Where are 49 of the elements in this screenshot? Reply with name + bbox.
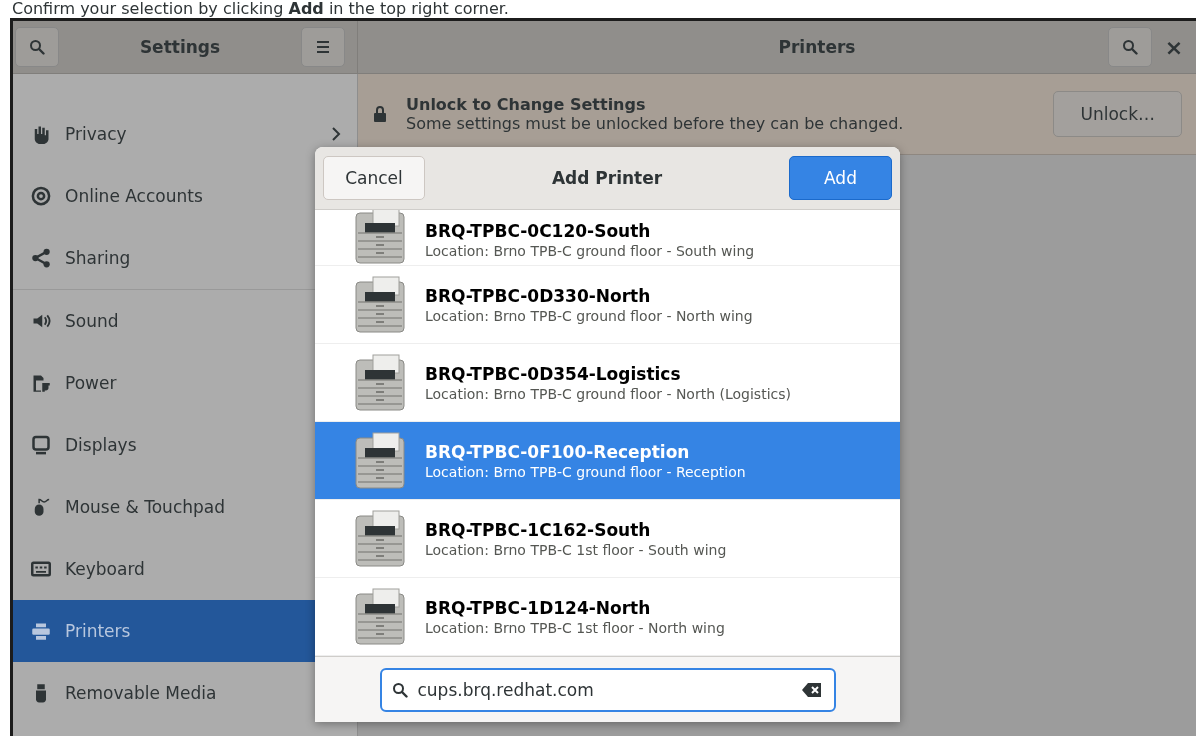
banner-title: Unlock to Change Settings (406, 95, 647, 114)
add-button[interactable]: Add (789, 156, 892, 200)
printer-name: BRQ-TPBC-0F100-Reception (425, 441, 691, 462)
unlock-button[interactable]: Unlock… (1053, 91, 1182, 137)
instruction-text: Confirm your selection by clicking Add in the top right corner. (11, 0, 510, 18)
keyboard-icon (31, 559, 51, 579)
printer-location: Location: Brno TPB-C ground floor - South wing (425, 243, 755, 259)
printer-name: BRQ-TPBC-1D124-North (425, 597, 652, 618)
printer-name: BRQ-TPBC-0D354-Logistics (425, 363, 682, 384)
printer-name: BRQ-TPBC-1C162-South (425, 519, 652, 540)
printer-location: Location: Brno TPB-C ground floor - North wing (425, 307, 753, 324)
printer-name: BRQ-TPBC-0D330-North (425, 285, 652, 306)
lock-icon (372, 105, 388, 123)
display-icon (31, 435, 51, 455)
printer-icon (355, 431, 405, 490)
panel-title: Printers (777, 37, 857, 57)
printer-row[interactable]: BRQ-TPBC-0F100-Reception Location: Brno TPB-C ground floor - Reception (315, 422, 900, 500)
printer-row[interactable]: BRQ-TPBC-1C162-South Location: Brno TPB-C 1st floor - South wing (315, 500, 900, 578)
printer-location: Location: Brno TPB-C 1st floor - South wing (425, 541, 727, 558)
search-field[interactable]: cups.brq.redhat.com (379, 667, 836, 712)
sidebar-item[interactable]: Removable Media (13, 662, 357, 724)
search-icon (29, 39, 45, 55)
printer-icon (355, 587, 405, 646)
printer-name: BRQ-TPBC-0C120-South (425, 221, 652, 241)
printer-location: Location: Brno TPB-C ground floor - Reception (425, 463, 746, 480)
banner-text: Some settings must be unlocked before they can be changed. (406, 114, 905, 133)
search-button[interactable] (15, 27, 59, 67)
menu-icon (316, 40, 330, 54)
sidebar-title: Settings (139, 37, 221, 57)
printer-icon (355, 353, 405, 412)
printer-location: Location: Brno TPB-C ground floor - North (Logistics) (425, 385, 791, 402)
printer-icon (355, 509, 405, 568)
close-button[interactable]: × (1152, 34, 1196, 60)
clear-icon (801, 681, 822, 698)
dialog-title: Add Printer (550, 168, 664, 188)
printer-icon (355, 275, 405, 334)
cancel-button[interactable]: Cancel (323, 156, 425, 200)
printer-row[interactable]: BRQ-TPBC-1D124-North Location: Brno TPB-C 1st floor - North wing (315, 578, 900, 656)
menu-button[interactable] (301, 27, 345, 67)
search-icon (391, 681, 408, 698)
printer-icon (31, 621, 51, 641)
printer-row[interactable]: BRQ-TPBC-0D330-North Location: Brno TPB-C ground floor - North wing (315, 266, 900, 344)
printer-location: Location: Brno TPB-C 1st floor - North wing (425, 619, 725, 636)
share-icon (31, 248, 51, 268)
chevron-right-icon (329, 127, 343, 141)
printer-row[interactable]: BRQ-TPBC-0D354-Logistics Location: Brno TPB-C ground floor - North (Logistics) (315, 344, 900, 422)
search-icon (1122, 39, 1138, 55)
printer-row[interactable]: BRQ-TPBC-0C120-South Location: Brno TPB-C ground floor - South wing (315, 210, 900, 266)
search-button[interactable] (1108, 27, 1152, 67)
